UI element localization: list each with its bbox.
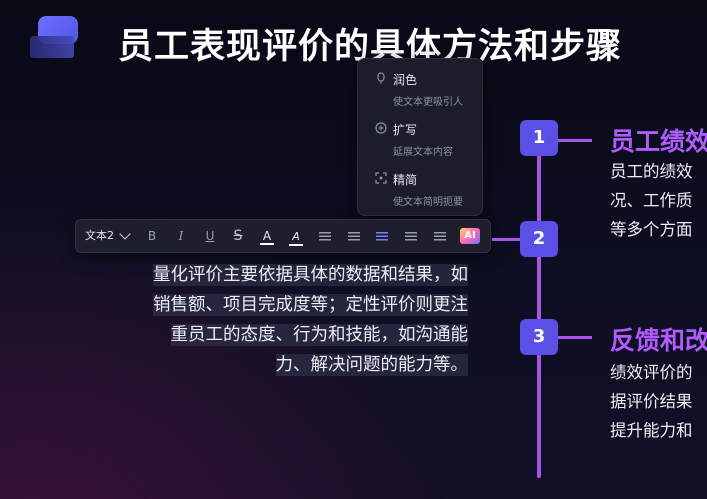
ai-menu-item-expand[interactable]: 扩写 延展文本内容 [358,113,482,159]
step-body: 绩效评价的 据评价结果 提升能力和 [610,363,693,440]
align-right-button[interactable] [374,226,390,246]
selected-text-paragraph[interactable]: 量化评价主要依据具体的数据和结果，如 销售额、项目完成度等；定性评价则更注 重员… [96,260,468,380]
ai-assist-menu: 润色 使文本更吸引人 扩写 延展文本内容 精简 使文本简明扼要 [357,58,483,216]
chevron-down-icon [119,228,131,240]
step-badge-3: 3 [520,319,558,355]
timeline-connector [556,336,592,339]
italic-button[interactable]: I [173,226,189,246]
align-right-icon [376,232,388,241]
align-center-button[interactable] [346,226,362,246]
strikethrough-button[interactable]: S [230,226,246,246]
bulleted-list-icon [405,232,417,241]
polish-icon [375,72,387,84]
ai-menu-item-label: 润色 [393,73,418,87]
condense-icon [375,172,387,184]
step-title: 反馈和改 [610,326,707,355]
ai-menu-item-condense[interactable]: 精简 使文本简明扼要 [358,163,482,209]
align-left-icon [319,232,331,241]
highlight-color-swatch [289,244,303,246]
step-title: 员工绩效 [610,127,707,156]
font-color-button[interactable]: A [258,226,276,246]
text-format-toolbar: 文本2 B I U S A A AI [75,219,491,253]
highlight-button[interactable]: A [287,226,305,246]
align-left-button[interactable] [317,226,333,246]
ai-menu-item-desc: 使文本简明扼要 [393,197,463,208]
ai-menu-item-desc: 延展文本内容 [393,147,453,158]
ai-menu-item-polish[interactable]: 润色 使文本更吸引人 [358,63,482,109]
ai-menu-item-desc: 使文本更吸引人 [393,97,463,108]
ai-assist-button[interactable]: AI [460,228,480,244]
expand-icon [375,122,387,134]
font-color-swatch [260,243,274,245]
paragraph-line: 力、解决问题的能力等。 [275,354,468,376]
step-body: 员工的绩效 况、工作质 等多个方面 [610,162,693,239]
numbered-list-icon [434,232,446,241]
bold-button[interactable]: B [144,226,160,246]
paragraph-line: 重员工的态度、行为和技能，如沟通能 [170,324,468,346]
ai-menu-item-label: 扩写 [393,123,418,137]
paragraph-line: 量化评价主要依据具体的数据和结果，如 [153,264,468,286]
font-color-label: A [262,229,272,243]
paragraph-line: 销售额、项目完成度等；定性评价则更注 [153,294,468,316]
timeline-line [537,138,541,478]
text-style-dropdown[interactable]: 文本2 [85,226,135,246]
text-style-label: 文本2 [85,229,114,242]
ai-menu-item-label: 精简 [393,173,418,187]
underline-button[interactable]: U [202,226,218,246]
step-badge-2: 2 [520,221,558,257]
timeline-connector [556,139,592,142]
highlight-icon: A [292,230,300,243]
step-badge-1: 1 [520,120,558,156]
bulleted-list-button[interactable] [403,226,419,246]
app-logo [30,16,80,60]
align-center-icon [348,232,360,241]
timeline-connector [492,238,520,241]
numbered-list-button[interactable] [432,226,448,246]
